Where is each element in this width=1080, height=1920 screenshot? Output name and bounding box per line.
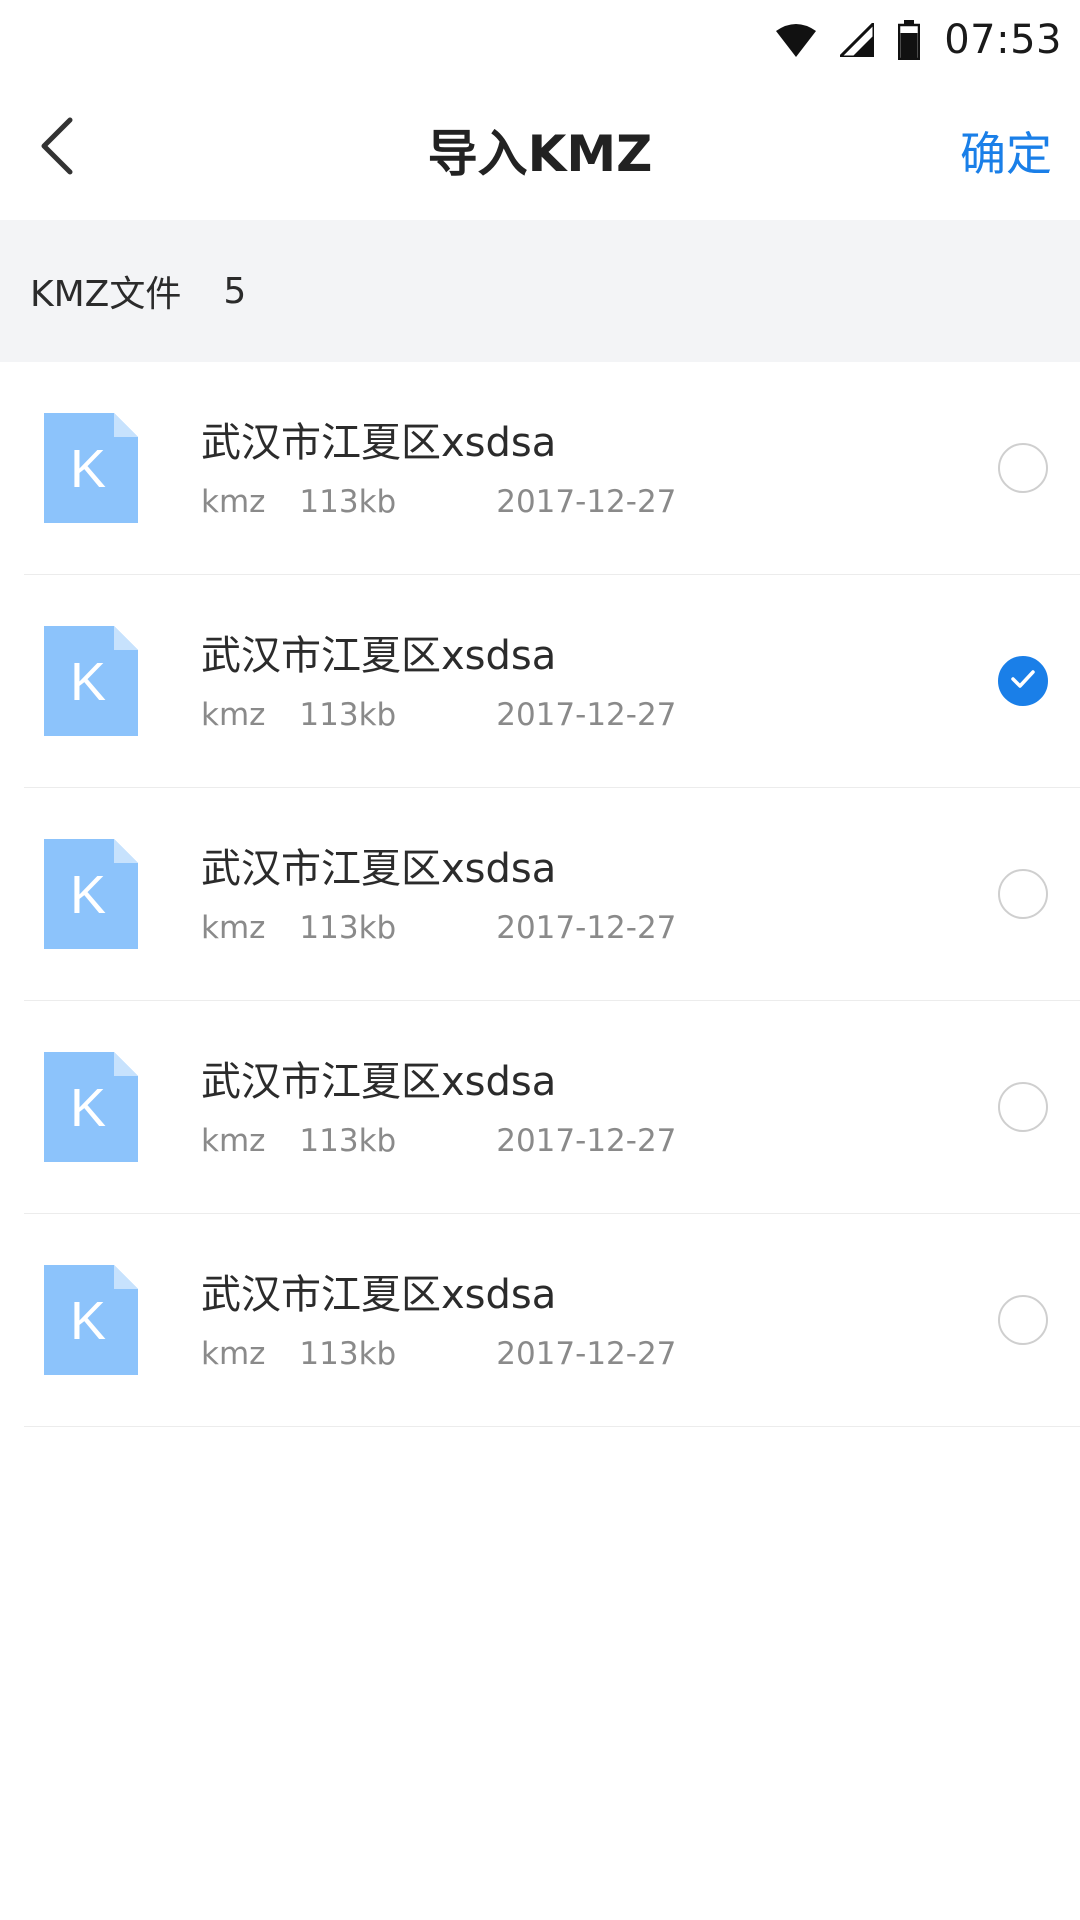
file-type: kmz [201,910,266,946]
file-count: 5 [223,270,247,312]
file-name: 武汉市江夏区xsdsa [201,846,557,892]
status-bar: 07:53 [0,0,1080,80]
select-radio[interactable] [998,1295,1048,1345]
kmz-file-icon: K [44,1052,138,1162]
file-name: 武汉市江夏区xsdsa [201,420,557,466]
file-type: kmz [201,484,266,520]
file-meta: kmz 113kb 2017-12-27 [201,697,676,733]
file-date: 2017-12-27 [496,1336,677,1372]
file-date: 2017-12-27 [496,697,677,733]
kmz-file-icon: K [44,626,138,736]
file-meta: kmz 113kb 2017-12-27 [201,1123,676,1159]
file-type: kmz [201,697,266,733]
file-meta: kmz 113kb 2017-12-27 [201,484,676,520]
select-radio[interactable] [998,869,1048,919]
file-icon-letter: K [70,1078,106,1138]
battery-icon [898,20,921,60]
file-icon-letter: K [70,1291,106,1351]
list-item[interactable]: K 武汉市江夏区xsdsa kmz 113kb 2017-12-27 [24,362,1080,575]
file-name: 武汉市江夏区xsdsa [201,1059,557,1105]
select-radio[interactable] [998,443,1048,493]
list-item[interactable]: K 武汉市江夏区xsdsa kmz 113kb 2017-12-27 [24,1214,1080,1427]
file-meta: kmz 113kb 2017-12-27 [201,910,676,946]
file-icon-letter: K [70,865,106,925]
file-date: 2017-12-27 [496,1123,677,1159]
file-icon-letter: K [70,439,106,499]
list-item[interactable]: K 武汉市江夏区xsdsa kmz 113kb 2017-12-27 [24,788,1080,1001]
file-name: 武汉市江夏区xsdsa [201,633,557,679]
file-icon-letter: K [70,652,106,712]
section-header: KMZ文件 5 [0,220,1080,362]
file-name: 武汉市江夏区xsdsa [201,1272,557,1318]
status-icons: 07:53 [776,14,1062,66]
file-date: 2017-12-27 [496,484,677,520]
signal-icon [840,23,875,57]
file-meta: kmz 113kb 2017-12-27 [201,1336,676,1372]
file-size: 113kb [299,1123,397,1159]
select-radio[interactable] [998,1082,1048,1132]
section-label: KMZ文件 [30,274,182,315]
file-type: kmz [201,1123,266,1159]
file-size: 113kb [299,910,397,946]
wifi-icon [776,23,817,57]
file-size: 113kb [299,1336,397,1372]
file-size: 113kb [299,484,397,520]
file-size: 113kb [299,697,397,733]
kmz-file-icon: K [44,839,138,949]
kmz-file-icon: K [44,413,138,523]
file-list: K 武汉市江夏区xsdsa kmz 113kb 2017-12-27 K 武汉市江夏… [0,362,1080,1427]
kmz-file-icon: K [44,1265,138,1375]
confirm-button[interactable]: 确定 [960,118,1052,184]
status-time: 07:53 [944,17,1062,63]
list-item[interactable]: K 武汉市江夏区xsdsa kmz 113kb 2017-12-27 [24,1001,1080,1214]
list-item[interactable]: K 武汉市江夏区xsdsa kmz 113kb 2017-12-27 [24,575,1080,788]
page-title: 导入KMZ [427,125,653,183]
file-type: kmz [201,1336,266,1372]
checkmark-icon [1010,669,1036,693]
app-header: 导入KMZ 确定 [0,80,1080,220]
select-radio-checked[interactable] [998,656,1048,706]
file-date: 2017-12-27 [496,910,677,946]
